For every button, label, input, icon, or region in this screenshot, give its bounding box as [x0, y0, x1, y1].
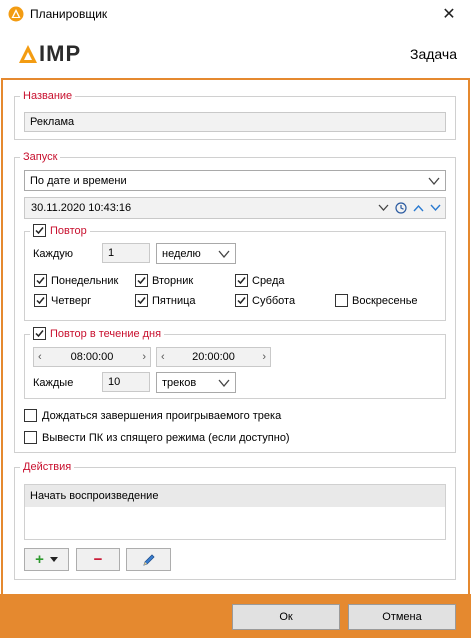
- chevron-left-icon[interactable]: ‹: [38, 351, 42, 363]
- repeat-every-input[interactable]: 1: [102, 243, 150, 263]
- chevron-right-icon[interactable]: ›: [142, 351, 146, 363]
- actions-list[interactable]: Начать воспроизведение: [24, 484, 446, 540]
- add-action-button[interactable]: +: [24, 548, 69, 571]
- actions-group-legend: Действия: [20, 461, 75, 473]
- chevron-down-icon[interactable]: [378, 204, 389, 212]
- caret-down-icon: [49, 557, 58, 562]
- daily-unit-select[interactable]: треков: [156, 372, 236, 393]
- from-time-field[interactable]: ‹ 08:00:00 ›: [33, 347, 151, 367]
- action-item[interactable]: Начать воспроизведение: [25, 485, 445, 507]
- header-title: Задача: [410, 46, 457, 62]
- close-icon: ✕: [442, 6, 456, 23]
- day-friday-checkbox[interactable]: [135, 294, 148, 307]
- cancel-button[interactable]: Отмена: [348, 604, 456, 630]
- chevron-down-icon: [218, 379, 230, 387]
- chevron-down-icon: [428, 177, 440, 185]
- name-group-legend: Название: [20, 90, 76, 102]
- launch-mode-select[interactable]: По дате и времени: [24, 170, 446, 191]
- day-friday[interactable]: Пятница: [135, 294, 196, 307]
- datetime-field[interactable]: 30.11.2020 10:43:16: [24, 197, 446, 219]
- daily-repeat-label: Повтор в течение дня: [50, 327, 162, 340]
- repeat-period-value: неделю: [162, 247, 201, 260]
- day-monday[interactable]: Понедельник: [34, 274, 118, 287]
- daily-repeat-checkbox-row[interactable]: Повтор в течение дня: [30, 327, 165, 340]
- wait-finish-checkbox[interactable]: [24, 409, 37, 422]
- day-saturday-checkbox[interactable]: [235, 294, 248, 307]
- wait-finish-label: Дождаться завершения проигрываемого трек…: [42, 409, 282, 422]
- day-tuesday[interactable]: Вторник: [135, 274, 193, 287]
- remove-action-button[interactable]: −: [76, 548, 120, 571]
- arrow-up-icon[interactable]: [413, 204, 424, 212]
- chevron-right-icon[interactable]: ›: [262, 351, 266, 363]
- daily-unit-value: треков: [162, 376, 197, 389]
- clock-icon[interactable]: [395, 202, 407, 214]
- ok-button[interactable]: Ок: [232, 604, 340, 630]
- day-saturday[interactable]: Суббота: [235, 294, 295, 307]
- day-tuesday-label: Вторник: [152, 274, 194, 287]
- day-wednesday-checkbox[interactable]: [235, 274, 248, 287]
- aimp-logo: IMP: [18, 41, 81, 67]
- day-wednesday[interactable]: Среда: [235, 274, 284, 287]
- day-sunday-label: Воскресенье: [352, 294, 418, 307]
- repeat-checkbox-row[interactable]: Повтор: [30, 224, 90, 237]
- wake-pc-checkbox[interactable]: [24, 431, 37, 444]
- day-thursday[interactable]: Четверг: [34, 294, 91, 307]
- from-time-value: 08:00:00: [70, 351, 114, 363]
- aimp-app-icon: [8, 6, 24, 22]
- window-title: Планировщик: [30, 7, 108, 21]
- repeat-every-label: Каждую: [33, 248, 74, 260]
- day-wednesday-label: Среда: [252, 274, 285, 287]
- day-sunday-checkbox[interactable]: [335, 294, 348, 307]
- edit-action-button[interactable]: [126, 548, 171, 571]
- to-time-field[interactable]: ‹ 20:00:00 ›: [156, 347, 271, 367]
- daily-every-input[interactable]: 10: [102, 372, 150, 392]
- repeat-checkbox[interactable]: [33, 224, 46, 237]
- launch-group-legend: Запуск: [20, 151, 61, 163]
- day-thursday-checkbox[interactable]: [34, 294, 47, 307]
- wait-finish-option[interactable]: Дождаться завершения проигрываемого трек…: [24, 409, 281, 422]
- repeat-period-select[interactable]: неделю: [156, 243, 236, 264]
- name-field[interactable]: Реклама: [24, 112, 446, 132]
- logo-triangle-icon: [19, 45, 37, 63]
- arrow-down-icon[interactable]: [430, 204, 441, 212]
- day-thursday-label: Четверг: [51, 294, 92, 307]
- minus-icon: −: [93, 551, 103, 568]
- close-button[interactable]: ✕: [427, 0, 471, 28]
- chevron-left-icon[interactable]: ‹: [161, 351, 165, 363]
- day-monday-checkbox[interactable]: [34, 274, 47, 287]
- datetime-value: 30.11.2020 10:43:16: [31, 202, 132, 214]
- wake-pc-option[interactable]: Вывести ПК из спящего режима (если досту…: [24, 431, 290, 444]
- pencil-icon: [142, 553, 155, 566]
- launch-mode-value: По дате и времени: [30, 174, 127, 187]
- day-saturday-label: Суббота: [252, 294, 296, 307]
- day-tuesday-checkbox[interactable]: [135, 274, 148, 287]
- day-monday-label: Понедельник: [51, 274, 119, 287]
- plus-icon: +: [35, 551, 44, 568]
- action-item-label: Начать воспроизведение: [30, 490, 159, 502]
- chevron-down-icon: [218, 250, 230, 258]
- day-sunday[interactable]: Воскресенье: [335, 294, 418, 307]
- daily-every-label: Каждые: [33, 377, 74, 389]
- wake-pc-label: Вывести ПК из спящего режима (если досту…: [42, 431, 290, 444]
- day-friday-label: Пятница: [152, 294, 196, 307]
- to-time-value: 20:00:00: [192, 351, 235, 363]
- repeat-label: Повтор: [50, 224, 87, 237]
- logo-text: IMP: [39, 41, 82, 66]
- daily-repeat-checkbox[interactable]: [33, 327, 46, 340]
